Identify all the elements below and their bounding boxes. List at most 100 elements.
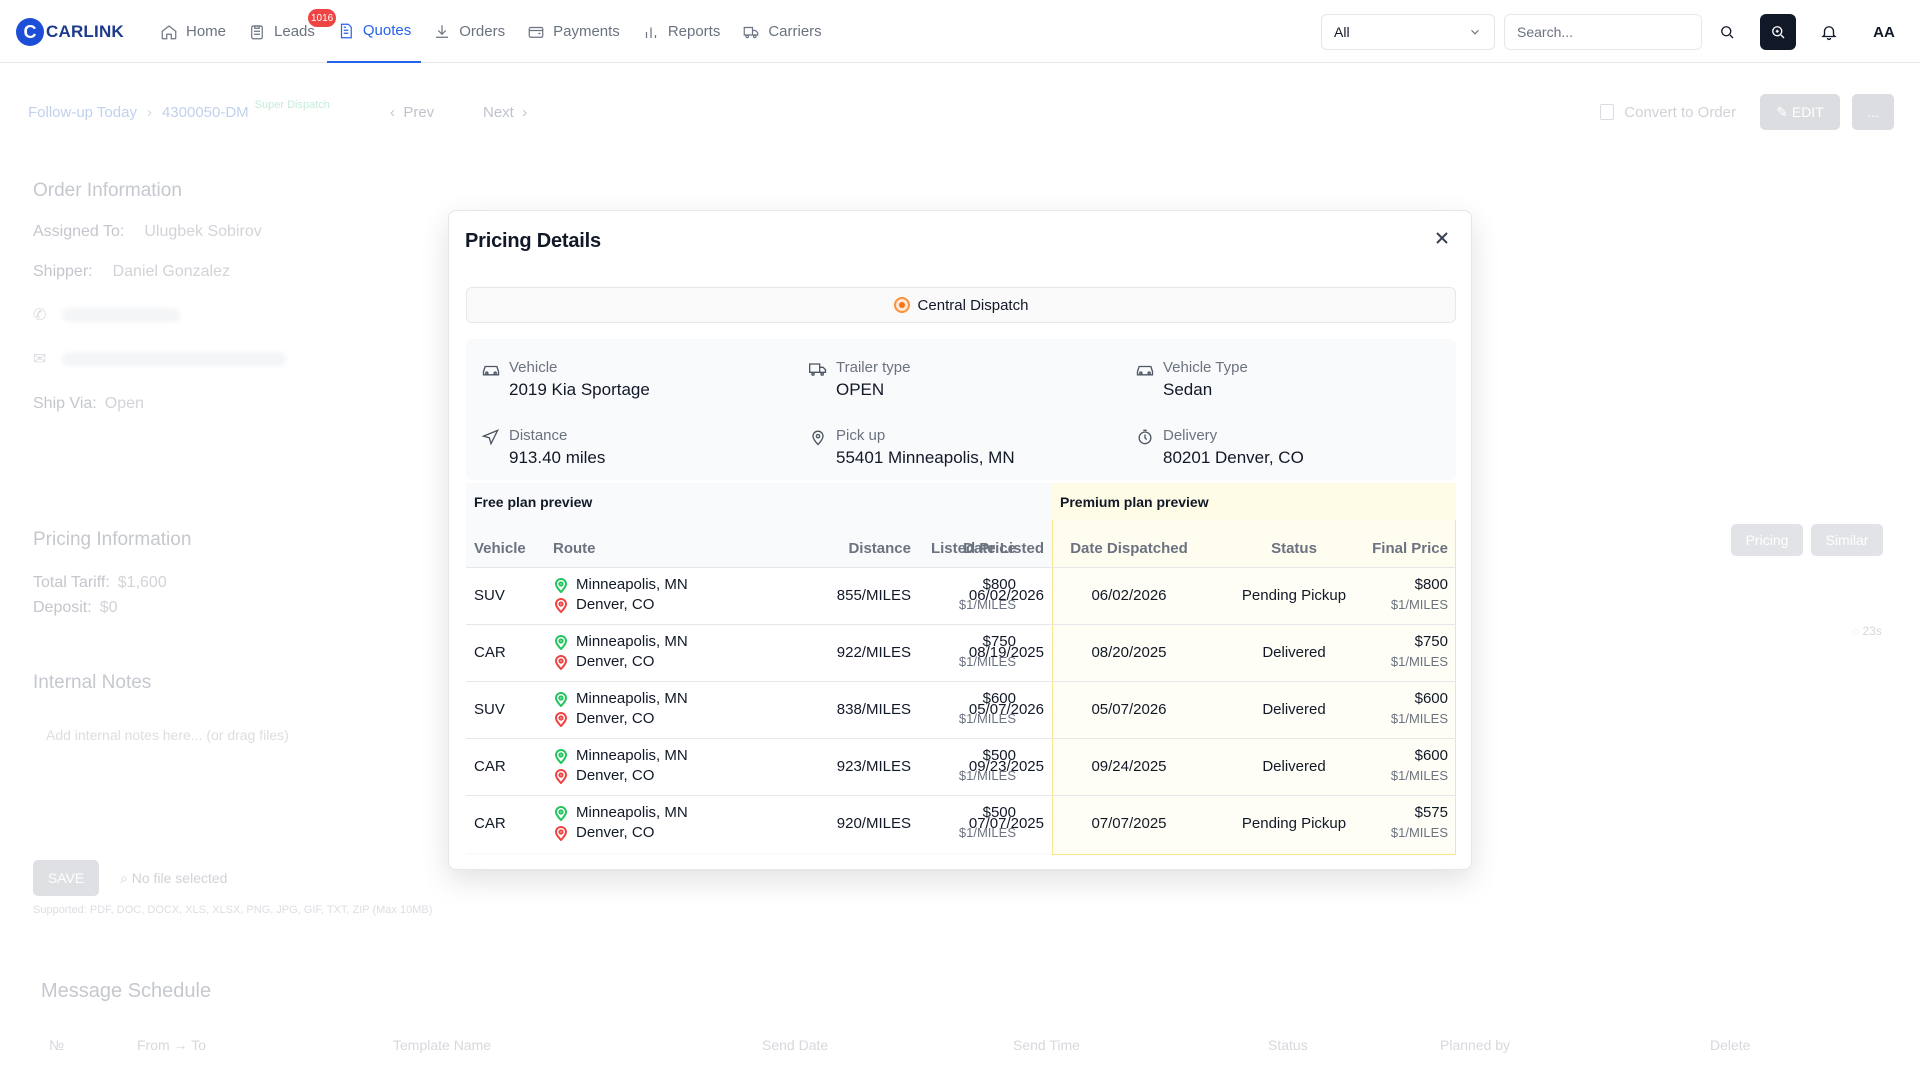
date-listed: 08/19/2025 xyxy=(968,644,1044,661)
col-final-price: Final Price xyxy=(1372,540,1448,557)
car-icon xyxy=(482,365,500,376)
top-navigation: C CARLINK Home Leads Quotes Orders Payme… xyxy=(0,0,1920,63)
vehicle-cell: SUV xyxy=(474,701,505,718)
vehicle-cell: CAR xyxy=(474,758,506,775)
date-listed: 05/07/2026 xyxy=(968,701,1044,718)
nav-carriers[interactable]: Carriers xyxy=(732,0,831,63)
document-icon xyxy=(340,23,352,38)
filter-select-value: All xyxy=(1334,24,1350,40)
logo-mark: C xyxy=(16,18,44,46)
route-to: Denver, CO xyxy=(576,767,655,784)
date-dispatched: 09/24/2025 xyxy=(1091,758,1167,775)
final-price: $575 xyxy=(1414,804,1448,821)
search-sparkle-icon xyxy=(1772,26,1785,39)
detail-label: Vehicle Type xyxy=(1163,359,1248,376)
date-dispatched: 05/07/2026 xyxy=(1091,701,1167,718)
bar-chart-icon xyxy=(645,27,656,38)
date-dispatched: 08/20/2025 xyxy=(1091,644,1167,661)
vehicle-cell: SUV xyxy=(474,587,505,604)
main-nav: Home Leads Quotes Orders Payments Report… xyxy=(150,0,834,63)
ai-search-button[interactable] xyxy=(1760,14,1796,50)
notifications-button[interactable] xyxy=(1811,14,1847,50)
delivery-pin-icon xyxy=(554,655,568,671)
download-icon xyxy=(436,24,449,38)
table-row[interactable]: SUV Minneapolis, MN Denver, CO 855/MILES $80… xyxy=(466,567,1456,625)
avatar[interactable]: AA xyxy=(1864,14,1904,50)
final-rate: $1/MILES xyxy=(1390,825,1448,840)
source-label: Central Dispatch xyxy=(917,296,1029,314)
nav-reports[interactable]: Reports xyxy=(632,0,731,63)
pickup-pin-icon xyxy=(554,749,568,765)
pickup-pin-icon xyxy=(554,806,568,822)
navigation-icon xyxy=(481,429,500,446)
nav-quotes[interactable]: Quotes xyxy=(326,0,422,63)
clipboard-icon xyxy=(251,24,263,39)
delivery-pin-icon xyxy=(554,712,568,728)
table-row[interactable]: CAR Minneapolis, MN Denver, CO 923/MILES $50… xyxy=(466,738,1456,796)
pricing-table: Free plan preview Premium plan preview V… xyxy=(466,483,1456,855)
premium-plan-title: Premium plan preview xyxy=(1060,494,1209,510)
logo[interactable]: C CARLINK xyxy=(16,18,124,46)
route-from: Minneapolis, MN xyxy=(576,690,688,707)
route-from: Minneapolis, MN xyxy=(576,633,688,650)
search-input[interactable] xyxy=(1504,14,1702,50)
col-date-listed: Date Listed xyxy=(963,540,1044,557)
nav-carriers-label: Carriers xyxy=(768,23,822,40)
route-to: Denver, CO xyxy=(576,653,655,670)
vehicle-cell: CAR xyxy=(474,815,506,832)
detail-label: Delivery xyxy=(1163,427,1218,444)
nav-payments-label: Payments xyxy=(553,23,620,40)
final-rate: $1/MILES xyxy=(1390,711,1448,726)
col-route: Route xyxy=(553,540,596,557)
filter-select[interactable]: All xyxy=(1321,14,1495,50)
nav-orders-label: Orders xyxy=(459,23,506,40)
date-listed: 07/07/2025 xyxy=(968,815,1044,832)
detail-value: 2019 Kia Sportage xyxy=(509,380,650,399)
route-to: Denver, CO xyxy=(576,824,655,841)
nav-orders[interactable]: Orders xyxy=(423,0,515,63)
leads-count-badge: 1016 xyxy=(306,7,339,29)
final-price: $600 xyxy=(1414,690,1448,707)
car-icon xyxy=(1136,365,1154,376)
nav-quotes-label: Quotes xyxy=(362,22,412,39)
logo-text: CARLINK xyxy=(46,22,124,41)
detail-label: Pick up xyxy=(836,427,886,444)
table-row[interactable]: CAR Minneapolis, MN Denver, CO 920/MILES $50… xyxy=(466,795,1456,853)
final-price: $750 xyxy=(1414,633,1448,650)
pricing-details-modal: Pricing Details Central Dispatch Vehicle… xyxy=(448,210,1472,870)
route-to: Denver, CO xyxy=(576,596,655,613)
nav-home[interactable]: Home xyxy=(150,0,236,63)
detail-label: Distance xyxy=(509,427,568,444)
nav-home-label: Home xyxy=(186,23,227,40)
pickup-pin-icon xyxy=(554,578,568,594)
search-icon xyxy=(1721,26,1734,39)
pickup-pin-icon xyxy=(554,692,568,708)
nav-reports-label: Reports xyxy=(667,23,721,40)
route-from: Minneapolis, MN xyxy=(576,747,688,764)
vehicle-details: Vehicle 2019 Kia Sportage Trailer type O… xyxy=(466,339,1456,480)
delivery-pin-icon xyxy=(554,769,568,785)
detail-label: Trailer type xyxy=(836,359,911,376)
close-button[interactable] xyxy=(1429,225,1455,251)
table-row[interactable]: SUV Minneapolis, MN Denver, CO 838/MILES $60… xyxy=(466,681,1456,739)
search-button[interactable] xyxy=(1709,14,1745,50)
detail-value: Sedan xyxy=(1163,380,1213,399)
wallet-icon xyxy=(528,26,544,38)
source-tab[interactable]: Central Dispatch xyxy=(466,287,1456,323)
date-dispatched: 07/07/2025 xyxy=(1091,815,1167,832)
free-plan-title: Free plan preview xyxy=(474,494,593,510)
bell-icon xyxy=(1821,26,1837,41)
truck-icon xyxy=(743,26,759,38)
final-rate: $1/MILES xyxy=(1390,654,1448,669)
trailer-icon xyxy=(809,363,827,376)
chevron-down-icon xyxy=(1471,29,1479,35)
delivery-pin-icon xyxy=(554,598,568,614)
date-dispatched: 06/02/2026 xyxy=(1091,587,1167,604)
col-vehicle: Vehicle xyxy=(474,540,526,557)
nav-payments[interactable]: Payments xyxy=(517,0,630,63)
modal-title: Pricing Details xyxy=(465,230,601,252)
final-price: $600 xyxy=(1414,747,1448,764)
detail-label: Vehicle xyxy=(509,359,558,376)
detail-value: 80201 Denver, CO xyxy=(1163,448,1304,467)
table-row[interactable]: CAR Minneapolis, MN Denver, CO 922/MILES $75… xyxy=(466,624,1456,682)
